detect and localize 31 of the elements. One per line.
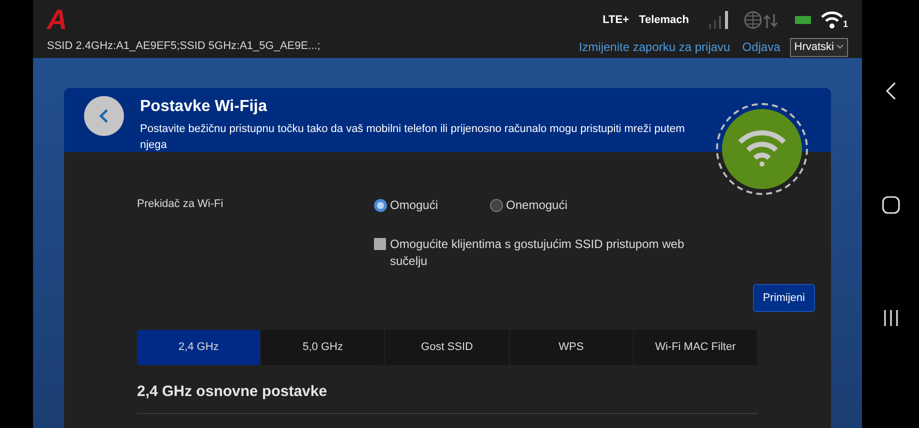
wifi-switch-label: Prekidač za Wi-Fi: [137, 197, 224, 212]
radio-button[interactable]: [490, 198, 504, 212]
network-type: LTE+: [602, 12, 630, 28]
checkbox[interactable]: [374, 238, 386, 250]
back-button[interactable]: [84, 96, 124, 136]
page-description: Postavite bežičnu pristupnu točku tako da vaš mobilni telefon ili prijenosno računalo mogu pristupiti mreži putem njega: [140, 122, 685, 153]
radio-button[interactable]: [374, 198, 387, 212]
language-select[interactable]: Hrvatski: [790, 38, 848, 56]
chevron-left-icon: [99, 108, 109, 124]
battery-icon: [794, 15, 811, 25]
header-link[interactable]: Izmijenite zaporku za prijavu: [578, 38, 730, 56]
wifi-icon: [737, 130, 787, 168]
radio-label: Omogući: [390, 197, 438, 214]
operator-name: Telemach: [639, 12, 689, 28]
signal-icon: [706, 10, 729, 30]
header-link[interactable]: Odjava: [742, 38, 780, 56]
page-title: Postavke Wi-Fija: [140, 97, 268, 117]
recents-icon[interactable]: [882, 310, 898, 326]
tab[interactable]: 2,4 GHz: [137, 330, 262, 365]
section-title: 2,4 GHz osnovne postavke: [137, 381, 758, 414]
apply-button[interactable]: Primijeni: [752, 284, 815, 312]
checkbox-label: Omogućite klijentima s gostujućim SSID pristupom web sučelju: [390, 236, 686, 270]
home-icon[interactable]: [882, 196, 900, 214]
back-icon[interactable]: [886, 82, 896, 100]
wifi-client-count: 1: [842, 20, 848, 29]
radio-label: Onemogući: [506, 197, 568, 214]
ssid-info: SSID 2.4GHz:A1_AE9EF5;SSID 5GHz:A1_5G_AE9E...;: [47, 39, 320, 54]
globe-arrows-icon: [742, 10, 779, 30]
chevron-down-icon: [836, 44, 844, 50]
logo: A: [47, 6, 68, 34]
wifi-icon: [820, 11, 843, 29]
